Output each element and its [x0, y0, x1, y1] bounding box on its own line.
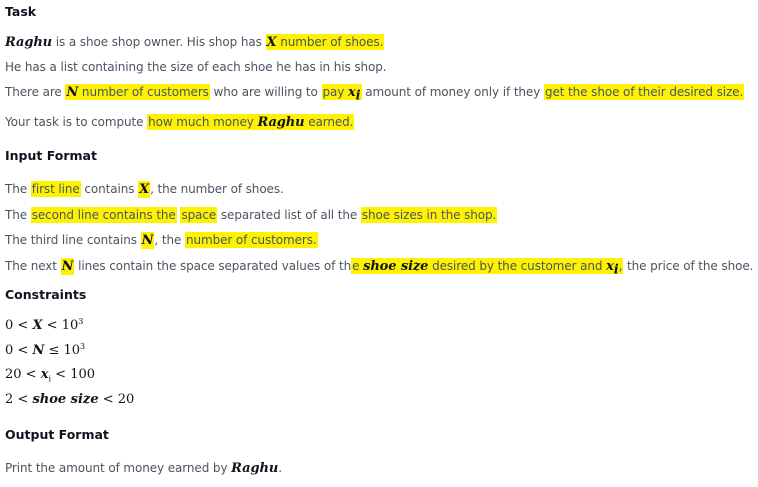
highlight: number of customers. — [184, 232, 318, 248]
raghu-name: Raghu — [5, 35, 53, 50]
output-line: Print the amount of money earned by Ragh… — [5, 461, 282, 476]
input-line-4: The next N lines contain the space separ… — [5, 258, 754, 278]
text: is a shoe shop owner. His shop has — [52, 35, 266, 49]
input-line-3: The third line contains N, the number of… — [5, 232, 318, 249]
task-line-1: Raghu is a shoe shop owner. His shop has… — [5, 34, 385, 50]
highlight: pay xi — [321, 84, 362, 104]
highlight: first line — [30, 181, 81, 197]
highlight: second line contains the — [30, 207, 177, 223]
highlight: space — [180, 207, 218, 223]
highlight: N — [140, 232, 155, 249]
input-heading: Input Format — [5, 148, 97, 163]
task-line-3: There are N number of customers who are … — [5, 84, 745, 104]
output-heading: Output Format — [5, 427, 109, 442]
task-line-2: He has a list containing the size of eac… — [5, 60, 387, 74]
constraints-heading: Constraints — [5, 287, 87, 302]
highlight: X — [138, 181, 151, 198]
raghu-name: Raghu — [231, 461, 279, 476]
highlight: e shoe size desired by the customer and … — [351, 258, 624, 278]
input-line-1: The first line contains X, the number of… — [5, 181, 284, 198]
constraint-1: 0 < X < 103 — [5, 317, 84, 333]
highlight: get the shoe of their desired size. — [543, 84, 745, 100]
task-heading: Task — [5, 4, 37, 19]
highlight: N number of customers — [65, 84, 210, 100]
constraint-2: 0 < N ≤ 103 — [5, 342, 86, 358]
constraint-4: 2 < shoe size < 20 — [5, 392, 135, 407]
task-line-4: Your task is to compute how much money R… — [5, 114, 355, 130]
highlight: shoe sizes in the shop. — [360, 207, 498, 223]
highlight: X number of shoes. — [265, 34, 385, 50]
highlight: how much money Raghu earned. — [147, 114, 355, 130]
input-line-2: The second line contains the space separ… — [5, 207, 498, 223]
constraint-3: 20 < xi < 100 — [5, 367, 96, 384]
highlight: N — [60, 258, 75, 275]
